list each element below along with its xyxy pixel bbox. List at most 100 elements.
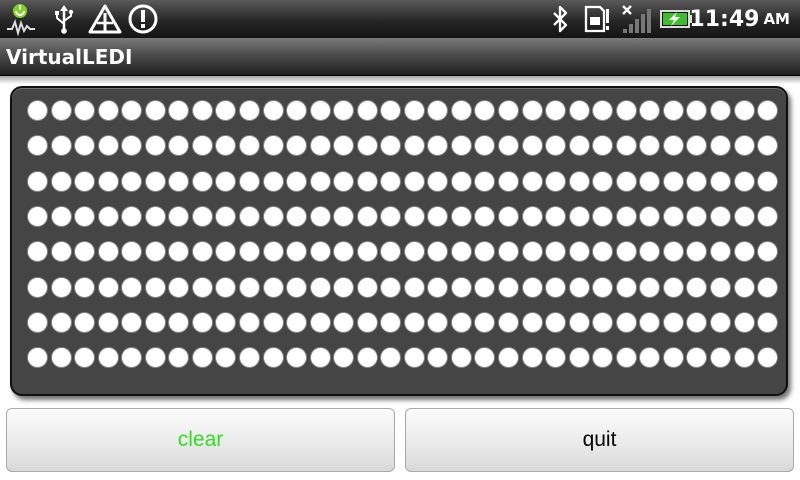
led-r6-c5[interactable] [145, 312, 165, 332]
led-r3-c27[interactable] [663, 206, 683, 226]
led-r2-c14[interactable] [357, 171, 377, 191]
led-r0-c10[interactable] [263, 101, 283, 120]
led-r2-c0[interactable] [28, 171, 47, 191]
led-r3-c8[interactable] [216, 206, 236, 226]
led-r1-c27[interactable] [663, 136, 683, 156]
led-r3-c23[interactable] [569, 206, 589, 226]
led-r3-c9[interactable] [239, 206, 259, 226]
led-r7-c23[interactable] [569, 348, 589, 368]
led-r6-c25[interactable] [616, 312, 636, 332]
led-r7-c10[interactable] [263, 348, 283, 368]
led-r3-c3[interactable] [98, 206, 118, 226]
led-r1-c2[interactable] [75, 136, 95, 156]
led-r2-c4[interactable] [122, 171, 142, 191]
led-r1-c15[interactable] [381, 136, 401, 156]
led-r1-c4[interactable] [122, 136, 142, 156]
led-r6-c29[interactable] [710, 312, 730, 332]
led-r3-c30[interactable] [734, 206, 754, 226]
led-r5-c16[interactable] [404, 277, 424, 297]
led-r3-c18[interactable] [451, 206, 471, 226]
led-r0-c24[interactable] [593, 101, 613, 120]
led-r6-c0[interactable] [28, 312, 47, 332]
led-r2-c19[interactable] [475, 171, 495, 191]
led-r2-c26[interactable] [640, 171, 660, 191]
led-r3-c4[interactable] [122, 206, 142, 226]
led-r4-c12[interactable] [310, 242, 330, 262]
led-r1-c7[interactable] [192, 136, 212, 156]
led-r2-c7[interactable] [192, 171, 212, 191]
led-r5-c1[interactable] [51, 277, 71, 297]
led-r5-c4[interactable] [122, 277, 142, 297]
led-r5-c19[interactable] [475, 277, 495, 297]
led-r2-c12[interactable] [310, 171, 330, 191]
led-r1-c21[interactable] [522, 136, 542, 156]
led-r1-c0[interactable] [28, 136, 47, 156]
led-r7-c7[interactable] [192, 348, 212, 368]
led-r3-c26[interactable] [640, 206, 660, 226]
led-r0-c5[interactable] [145, 101, 165, 120]
led-r3-c24[interactable] [593, 206, 613, 226]
led-r6-c2[interactable] [75, 312, 95, 332]
led-r0-c26[interactable] [640, 101, 660, 120]
led-r3-c31[interactable] [758, 206, 778, 226]
led-r2-c5[interactable] [145, 171, 165, 191]
led-r4-c2[interactable] [75, 242, 95, 262]
led-r5-c17[interactable] [428, 277, 448, 297]
led-r7-c9[interactable] [239, 348, 259, 368]
led-r2-c11[interactable] [287, 171, 307, 191]
led-r4-c14[interactable] [357, 242, 377, 262]
led-r6-c8[interactable] [216, 312, 236, 332]
led-r2-c1[interactable] [51, 171, 71, 191]
led-r4-c16[interactable] [404, 242, 424, 262]
led-r4-c29[interactable] [710, 242, 730, 262]
led-r4-c15[interactable] [381, 242, 401, 262]
led-r3-c2[interactable] [75, 206, 95, 226]
led-r2-c9[interactable] [239, 171, 259, 191]
led-r0-c9[interactable] [239, 101, 259, 120]
led-r4-c27[interactable] [663, 242, 683, 262]
led-r2-c24[interactable] [593, 171, 613, 191]
led-r4-c28[interactable] [687, 242, 707, 262]
led-r4-c21[interactable] [522, 242, 542, 262]
led-r3-c0[interactable] [28, 206, 47, 226]
led-r5-c2[interactable] [75, 277, 95, 297]
led-r3-c19[interactable] [475, 206, 495, 226]
led-r5-c30[interactable] [734, 277, 754, 297]
led-r7-c22[interactable] [546, 348, 566, 368]
led-r0-c15[interactable] [381, 101, 401, 120]
led-r7-c2[interactable] [75, 348, 95, 368]
led-r0-c27[interactable] [663, 101, 683, 120]
led-r5-c13[interactable] [334, 277, 354, 297]
led-r5-c8[interactable] [216, 277, 236, 297]
led-r7-c6[interactable] [169, 348, 189, 368]
led-r0-c19[interactable] [475, 101, 495, 120]
led-r4-c24[interactable] [593, 242, 613, 262]
led-r2-c17[interactable] [428, 171, 448, 191]
led-r1-c19[interactable] [475, 136, 495, 156]
led-r2-c8[interactable] [216, 171, 236, 191]
led-r6-c4[interactable] [122, 312, 142, 332]
led-r1-c12[interactable] [310, 136, 330, 156]
led-r0-c13[interactable] [334, 101, 354, 120]
led-r7-c26[interactable] [640, 348, 660, 368]
led-r5-c21[interactable] [522, 277, 542, 297]
led-r6-c13[interactable] [334, 312, 354, 332]
led-r4-c20[interactable] [499, 242, 518, 262]
led-r5-c27[interactable] [663, 277, 683, 297]
led-r7-c16[interactable] [404, 348, 424, 368]
led-r4-c10[interactable] [263, 242, 283, 262]
led-r7-c20[interactable] [499, 348, 518, 368]
led-r1-c25[interactable] [616, 136, 636, 156]
led-r3-c29[interactable] [710, 206, 730, 226]
led-r6-c22[interactable] [546, 312, 566, 332]
led-r0-c2[interactable] [75, 101, 95, 120]
led-r3-c22[interactable] [546, 206, 566, 226]
led-r1-c1[interactable] [51, 136, 71, 156]
quit-button[interactable]: quit [405, 408, 794, 472]
led-r1-c9[interactable] [239, 136, 259, 156]
led-r6-c27[interactable] [663, 312, 683, 332]
led-r5-c0[interactable] [28, 277, 47, 297]
led-r4-c6[interactable] [169, 242, 189, 262]
led-r5-c11[interactable] [287, 277, 307, 297]
led-r3-c12[interactable] [310, 206, 330, 226]
